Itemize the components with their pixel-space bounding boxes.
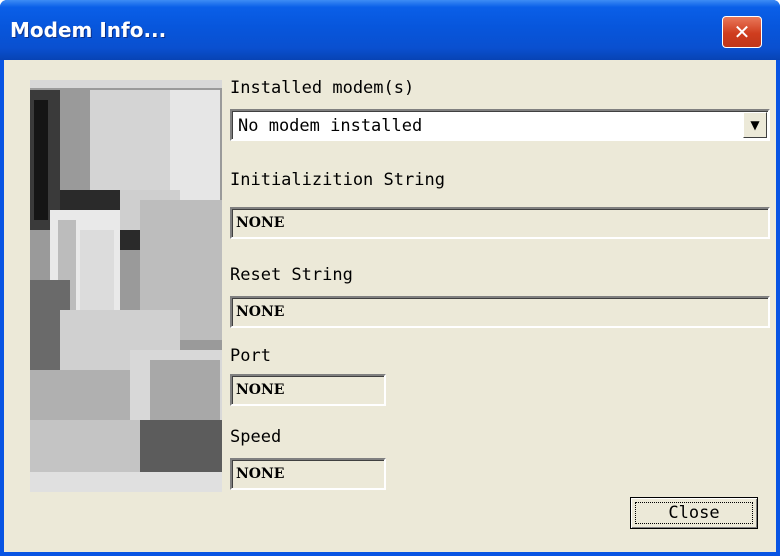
chevron-down-icon: ▼ (750, 118, 760, 132)
reset-string-field: NONE (230, 296, 770, 328)
dialog-body: Installed modem(s) No modem installed ▼ … (4, 60, 776, 552)
init-string-label: Initializition String (230, 170, 445, 190)
telephone-photo (30, 80, 222, 492)
port-field: NONE (230, 374, 386, 406)
port-label: Port (230, 346, 271, 366)
installed-modems-label: Installed modem(s) (230, 78, 415, 98)
installed-modem-value: No modem installed (238, 116, 423, 136)
close-button-label: Close (635, 502, 753, 524)
installed-modem-select[interactable]: No modem installed ▼ (230, 109, 770, 141)
init-string-value: NONE (236, 215, 285, 231)
speed-label: Speed (230, 427, 282, 447)
window-title: Modem Info... (10, 18, 167, 42)
speed-value: NONE (236, 466, 285, 482)
port-value: NONE (236, 382, 285, 398)
modem-info-window: Modem Info... ✕ Installed modem(s) No mo… (0, 0, 780, 556)
close-icon: ✕ (733, 20, 751, 44)
close-button[interactable]: Close (630, 497, 758, 529)
window-close-button[interactable]: ✕ (722, 16, 762, 48)
init-string-field: NONE (230, 207, 770, 239)
reset-string-label: Reset String (230, 265, 353, 285)
reset-string-value: NONE (236, 304, 285, 320)
title-bar[interactable]: Modem Info... ✕ (0, 0, 780, 60)
speed-field: NONE (230, 458, 386, 490)
dropdown-button[interactable]: ▼ (743, 112, 767, 138)
